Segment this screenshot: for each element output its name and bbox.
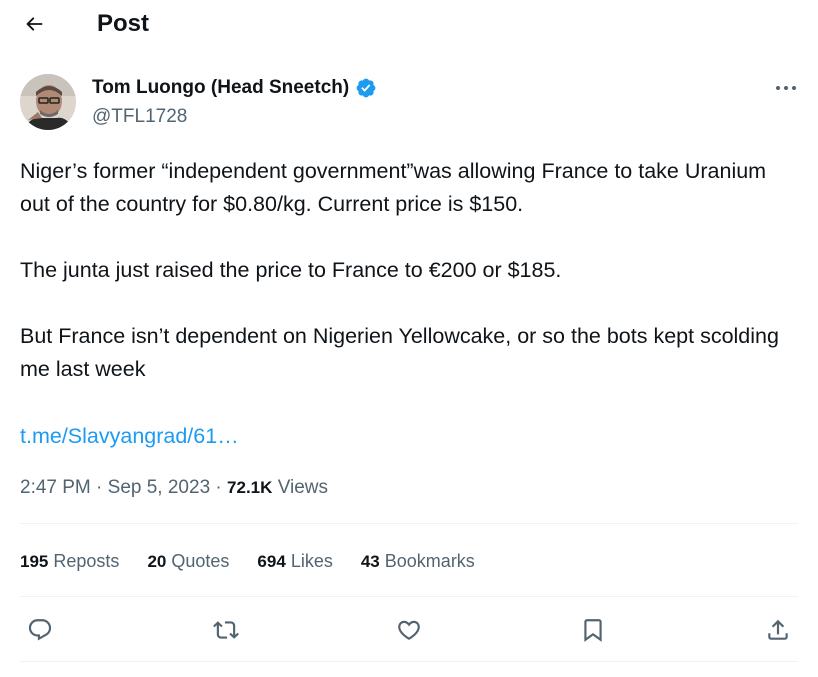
author-name[interactable]: Tom Luongo (Head Sneetch) (92, 76, 349, 100)
views-label: Views (277, 477, 329, 498)
page-title: Post (97, 10, 150, 37)
divider (20, 596, 798, 597)
quotes-label: Quotes (171, 551, 230, 571)
engagement-stats: 195 Reposts 20 Quotes 694 Likes 43 Bookm… (20, 548, 503, 575)
avatar-image (20, 74, 76, 130)
quotes-count: 20 (147, 552, 167, 571)
post-paragraph: Niger’s former “independent government”w… (20, 159, 767, 216)
bookmarks-stat[interactable]: 43 Bookmarks (361, 548, 475, 575)
page-header: Post (0, 0, 818, 50)
post-paragraph: But France isn’t dependent on Nigerien Y… (20, 324, 779, 381)
likes-stat[interactable]: 694 Likes (257, 548, 332, 575)
reposts-label: Reposts (53, 551, 120, 571)
reply-button[interactable] (22, 612, 58, 648)
likes-label: Likes (290, 551, 333, 571)
author-name-row: Tom Luongo (Head Sneetch) (92, 76, 377, 100)
views-count: 72.1K (227, 478, 273, 497)
heart-icon (396, 617, 422, 643)
divider (20, 523, 798, 524)
verified-badge-icon[interactable] (355, 77, 377, 99)
arrow-left-icon (23, 13, 45, 35)
reposts-stat[interactable]: 195 Reposts (20, 548, 119, 575)
repost-button[interactable] (208, 612, 244, 648)
bookmarks-label: Bookmarks (384, 551, 475, 571)
action-bar (0, 612, 818, 648)
bookmark-button[interactable] (575, 612, 611, 648)
meta-separator: · (96, 477, 103, 498)
more-icon (774, 84, 798, 92)
quotes-stat[interactable]: 20 Quotes (147, 548, 229, 575)
more-options-button[interactable] (772, 78, 800, 98)
likes-count: 694 (257, 552, 286, 571)
divider (20, 661, 798, 662)
post-meta: 2:47 PM · Sep 5, 2023 · 72.1K Views (20, 474, 328, 502)
bookmark-icon (580, 617, 606, 643)
like-button[interactable] (391, 612, 427, 648)
back-button[interactable] (20, 10, 48, 38)
author-handle[interactable]: @TFL1728 (92, 105, 187, 129)
reply-icon (27, 617, 53, 643)
post-link[interactable]: t.me/Slavyangrad/61… (20, 420, 239, 453)
repost-icon (213, 617, 239, 643)
post-time[interactable]: 2:47 PM (20, 477, 91, 498)
share-button[interactable] (760, 612, 796, 648)
bookmarks-count: 43 (360, 552, 380, 571)
post-date[interactable]: Sep 5, 2023 (108, 477, 210, 498)
meta-separator: · (215, 477, 222, 498)
avatar[interactable] (20, 74, 76, 130)
post-paragraph: The junta just raised the price to Franc… (20, 258, 562, 282)
share-icon (765, 617, 791, 643)
reposts-count: 195 (20, 552, 49, 571)
